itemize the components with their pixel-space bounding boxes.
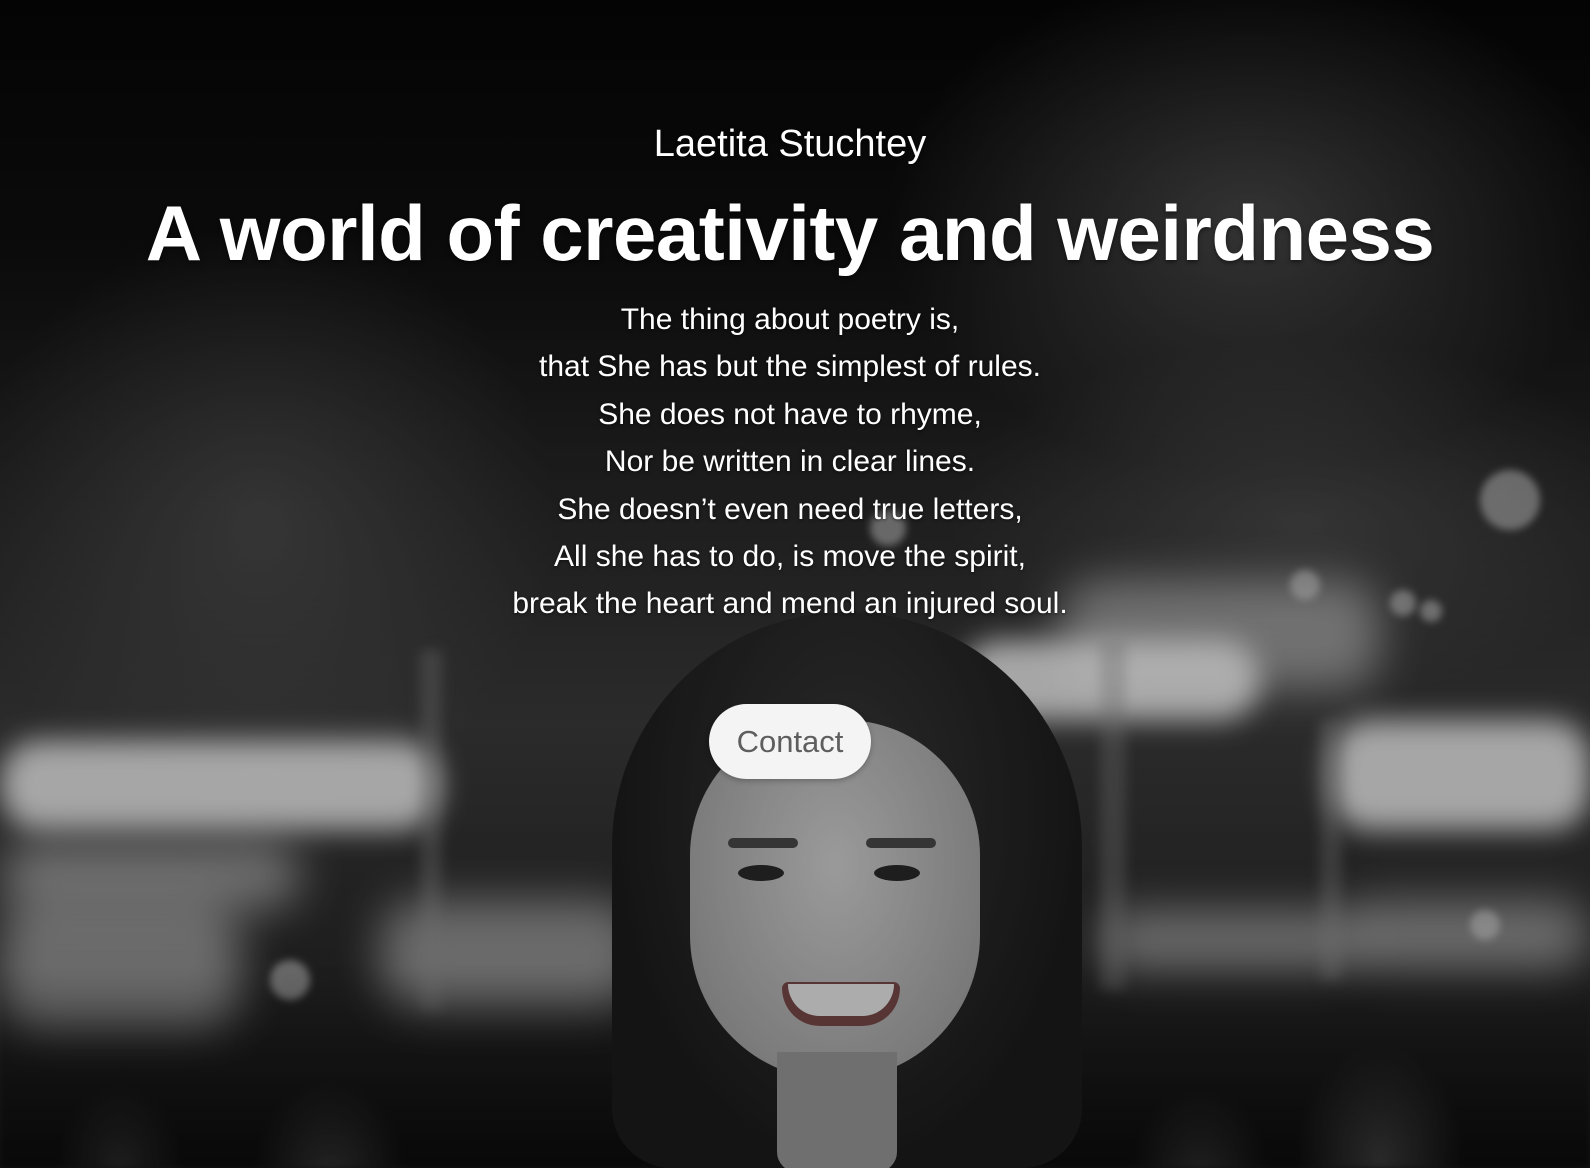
poem-line: that She has but the simplest of rules. bbox=[539, 350, 1041, 384]
page-title: A world of creativity and weirdness bbox=[145, 189, 1435, 277]
poem-line: All she has to do, is move the spirit, bbox=[554, 540, 1026, 574]
author-name: Laetita Stuchtey bbox=[653, 123, 927, 165]
poem: The thing about poetry is, that She has … bbox=[0, 296, 1580, 628]
poem-line: Nor be written in clear lines. bbox=[604, 445, 976, 479]
hero-section: Laetita Stuchtey A world of creativity a… bbox=[0, 0, 1590, 1168]
poem-line: break the heart and mend an injured soul… bbox=[512, 587, 1068, 621]
poem-line: The thing about poetry is, bbox=[620, 303, 960, 336]
poem-line: She does not have to rhyme, bbox=[598, 397, 982, 431]
poem-line: She doesn’t even need true letters, bbox=[557, 492, 1023, 526]
contact-button[interactable]: Contact bbox=[709, 704, 871, 779]
